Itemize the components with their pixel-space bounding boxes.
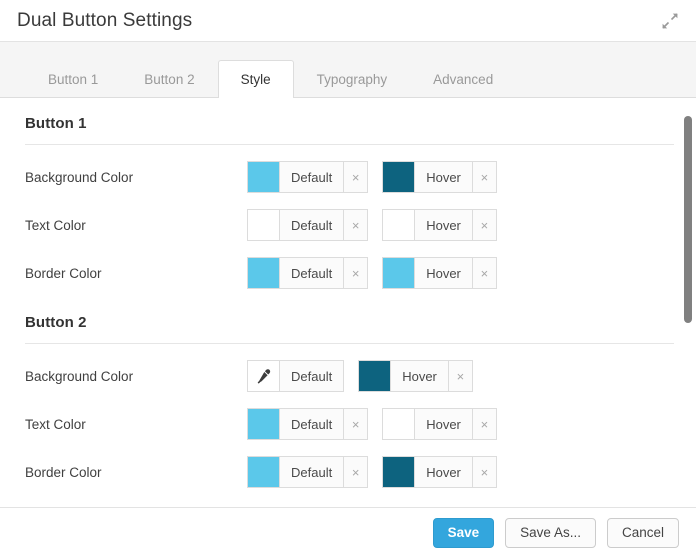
field-row-border-color: Border Color Default × Hover ×: [25, 249, 674, 297]
color-group-default: Default: [247, 360, 345, 392]
color-swatch-hover[interactable]: [383, 258, 416, 288]
section-divider: [25, 144, 674, 145]
clear-color-button[interactable]: ×: [343, 409, 367, 439]
clear-color-button[interactable]: ×: [447, 361, 472, 391]
field-label: Border Color: [25, 265, 102, 281]
eyedropper-icon[interactable]: [248, 361, 280, 391]
color-group-hover: Hover ×: [382, 161, 497, 193]
color-controls: Default × Hover ×: [247, 209, 511, 241]
color-controls: Default × Hover ×: [247, 456, 511, 488]
tab-typography[interactable]: Typography: [294, 60, 411, 98]
clear-color-button[interactable]: ×: [343, 457, 367, 487]
field-row-border-color: Border Color Default × Hover ×: [25, 448, 674, 496]
color-state-label[interactable]: Default: [280, 409, 343, 439]
field-row-text-color: Text Color Default × Hover ×: [25, 201, 674, 249]
color-swatch-hover[interactable]: [383, 162, 416, 192]
color-group-hover: Hover ×: [382, 209, 497, 241]
color-state-label[interactable]: Default: [280, 457, 343, 487]
field-row-background-color: Background Color Default × Hover ×: [25, 153, 674, 201]
settings-scroll-area: Button 1 Background Color Default × Hove…: [0, 98, 696, 507]
color-swatch-default[interactable]: [248, 457, 280, 487]
color-state-label[interactable]: Default: [280, 162, 343, 192]
field-label: Background Color: [25, 368, 134, 384]
color-group-default: Default ×: [247, 257, 369, 289]
scrollbar-thumb[interactable]: [684, 116, 692, 323]
color-controls: Default Hover ×: [247, 360, 487, 392]
color-controls: Default × Hover ×: [247, 408, 511, 440]
clear-color-button[interactable]: ×: [471, 210, 496, 240]
color-controls: Default × Hover ×: [247, 161, 511, 193]
dual-button-settings-modal: Dual Button Settings Button 1 Button 2 S…: [0, 0, 696, 557]
modal-header: Dual Button Settings: [0, 0, 696, 42]
field-label: Background Color: [25, 169, 134, 185]
clear-color-button[interactable]: ×: [343, 162, 367, 192]
tab-button-1[interactable]: Button 1: [25, 60, 121, 98]
field-label: Text Color: [25, 416, 86, 432]
tab-button-2[interactable]: Button 2: [121, 60, 217, 98]
clear-color-button[interactable]: ×: [471, 162, 496, 192]
color-swatch-hover[interactable]: [383, 210, 416, 240]
color-group-default: Default ×: [247, 456, 369, 488]
color-controls: Default × Hover ×: [247, 257, 511, 289]
color-state-label[interactable]: Hover: [391, 361, 448, 391]
color-state-label[interactable]: Hover: [415, 210, 472, 240]
clear-color-button[interactable]: ×: [343, 210, 367, 240]
cancel-button[interactable]: Cancel: [606, 517, 679, 548]
color-state-label[interactable]: Default: [280, 210, 343, 240]
save-button[interactable]: Save: [432, 517, 495, 548]
clear-color-button[interactable]: ×: [471, 258, 496, 288]
color-group-default: Default ×: [247, 209, 369, 241]
clear-color-button[interactable]: ×: [343, 258, 367, 288]
settings-content: Button 1 Background Color Default × Hove…: [0, 98, 696, 496]
section-button-2: Button 2 Background Color Default Hover …: [25, 297, 674, 496]
scrollbar-track[interactable]: [684, 98, 692, 507]
field-label: Border Color: [25, 464, 102, 480]
color-group-default: Default ×: [247, 161, 369, 193]
color-swatch-default[interactable]: [248, 409, 280, 439]
section-title: Button 1: [25, 115, 87, 132]
clear-color-button[interactable]: ×: [471, 409, 496, 439]
color-state-label[interactable]: Hover: [415, 457, 472, 487]
color-state-label[interactable]: Default: [280, 361, 343, 391]
color-state-label[interactable]: Hover: [415, 409, 472, 439]
color-state-label[interactable]: Default: [280, 258, 343, 288]
expand-diagonal-icon[interactable]: [659, 10, 681, 32]
page-title: Dual Button Settings: [17, 9, 193, 31]
clear-color-button[interactable]: ×: [471, 457, 496, 487]
tab-bar: Button 1 Button 2 Style Typography Advan…: [0, 42, 696, 98]
color-swatch-hover[interactable]: [383, 457, 416, 487]
section-button-1: Button 1 Background Color Default × Hove…: [25, 98, 674, 297]
color-state-label[interactable]: Hover: [415, 162, 472, 192]
field-label: Text Color: [25, 217, 86, 233]
color-swatch-default[interactable]: [248, 162, 280, 192]
field-row-background-color: Background Color Default Hover ×: [25, 352, 674, 400]
color-group-hover: Hover ×: [382, 408, 497, 440]
modal-footer: Save Save As... Cancel: [0, 507, 696, 557]
save-as-button[interactable]: Save As...: [505, 517, 596, 548]
color-group-default: Default ×: [247, 408, 369, 440]
tab-style[interactable]: Style: [217, 60, 294, 98]
section-divider: [25, 343, 674, 344]
field-row-text-color: Text Color Default × Hover ×: [25, 400, 674, 448]
color-swatch-hover[interactable]: [383, 409, 416, 439]
section-title: Button 2: [25, 314, 87, 331]
tab-advanced[interactable]: Advanced: [410, 60, 516, 98]
color-group-hover: Hover ×: [382, 257, 497, 289]
color-swatch-default[interactable]: [248, 210, 280, 240]
color-swatch-hover[interactable]: [359, 361, 392, 391]
color-swatch-default[interactable]: [248, 258, 280, 288]
color-group-hover: Hover ×: [382, 456, 497, 488]
color-state-label[interactable]: Hover: [415, 258, 472, 288]
color-group-hover: Hover ×: [358, 360, 473, 392]
